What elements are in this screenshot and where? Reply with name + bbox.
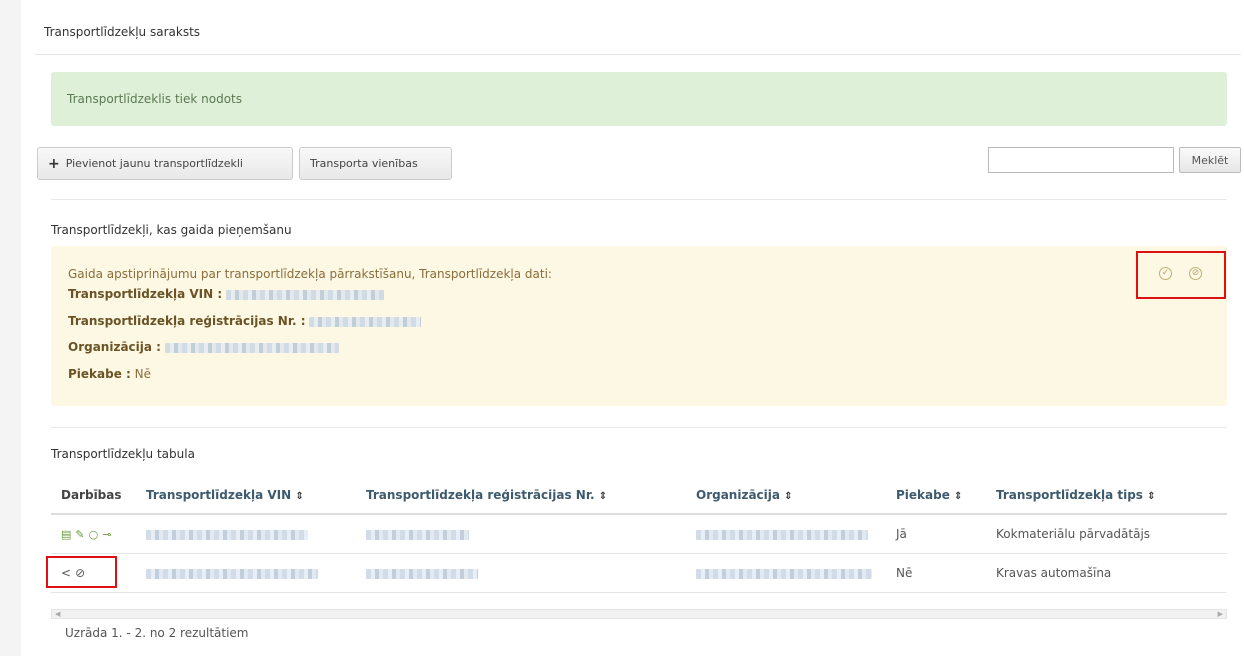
pending-vin-label: Transportlīdzekļa VIN : xyxy=(68,287,223,301)
redacted-org xyxy=(696,568,872,579)
vehicles-table: Darbības Transportlīdzekļa VIN ⇕ Transpo… xyxy=(51,476,1227,593)
sort-icon: ⇕ xyxy=(784,490,793,502)
pending-reg-row: Transportlīdzekļa reģistrācijas Nr. : xyxy=(68,314,422,328)
cell-reg xyxy=(356,553,686,593)
col-type[interactable]: Transportlīdzekļa tips ⇕ xyxy=(986,476,1227,515)
cell-type: Kokmateriālu pārvadātājs xyxy=(986,514,1227,554)
col-org[interactable]: Organizācija ⇕ xyxy=(686,476,886,515)
cell-org xyxy=(686,514,886,554)
page-title: Transportlīdzekļu saraksts xyxy=(44,25,201,39)
key-icon[interactable]: ⊸ xyxy=(102,528,111,541)
sort-icon: ⇕ xyxy=(954,490,963,502)
pending-message: Gaida apstiprinājumu par transportlīdzek… xyxy=(68,267,552,281)
pending-org-label: Organizācija : xyxy=(68,340,161,354)
success-alert-text: Transportlīdzeklis tiek nodots xyxy=(67,92,243,106)
redacted-reg xyxy=(309,316,422,327)
pending-trailer-label: Piekabe : xyxy=(68,367,131,381)
col-org-label: Organizācija xyxy=(696,487,780,502)
highlight-box xyxy=(46,556,117,588)
redacted-reg xyxy=(366,568,478,579)
pending-alert: Gaida apstiprinājumu par transportlīdzek… xyxy=(51,246,1227,406)
col-reg[interactable]: Transportlīdzekļa reģistrācijas Nr. ⇕ xyxy=(356,476,686,515)
cell-vin xyxy=(136,514,356,554)
pending-reg-label: Transportlīdzekļa reģistrācijas Nr. : xyxy=(68,314,306,328)
col-vin-label: Transportlīdzekļa VIN xyxy=(146,487,292,502)
scroll-right-icon[interactable]: ▶ xyxy=(1218,610,1223,618)
pending-section-title: Transportlīdzekļi, kas gaida pieņemšanu xyxy=(51,223,292,237)
redacted-vin xyxy=(225,289,384,300)
divider xyxy=(51,199,1227,200)
col-trailer-label: Piekabe xyxy=(896,487,950,502)
redacted-reg xyxy=(366,529,469,540)
scroll-left-icon[interactable]: ◀ xyxy=(55,610,60,618)
success-alert: Transportlīdzeklis tiek nodots xyxy=(51,72,1227,126)
redacted-org xyxy=(164,342,339,353)
col-reg-label: Transportlīdzekļa reģistrācijas Nr. xyxy=(366,487,595,502)
cell-trailer: Jā xyxy=(886,514,986,554)
cell-trailer: Nē xyxy=(886,553,986,593)
divider xyxy=(51,427,1227,428)
table-row: < ⊘ Nē Kravas automašīna xyxy=(51,553,1227,593)
pending-trailer-value: Nē xyxy=(134,367,152,381)
pending-org-row: Organizācija : xyxy=(68,340,339,354)
col-vin[interactable]: Transportlīdzekļa VIN ⇕ xyxy=(136,476,356,515)
redacted-vin xyxy=(146,529,308,540)
results-summary: Uzrāda 1. - 2. no 2 rezultātiem xyxy=(65,626,249,640)
transport-units-button[interactable]: Transporta vienības xyxy=(299,147,452,180)
col-trailer[interactable]: Piekabe ⇕ xyxy=(886,476,986,515)
list-icon[interactable]: ▤ xyxy=(61,528,71,541)
divider xyxy=(35,54,1241,55)
col-actions: Darbības xyxy=(51,476,136,515)
transport-units-label: Transporta vienības xyxy=(310,157,418,170)
cell-vin xyxy=(136,553,356,593)
search-button[interactable]: Meklēt xyxy=(1179,147,1241,173)
add-vehicle-button[interactable]: + Pievienot jaunu transportlīdzekli xyxy=(37,147,293,180)
cell-type: Kravas automašīna xyxy=(986,553,1227,593)
redacted-vin xyxy=(146,568,318,579)
cell-org xyxy=(686,553,886,593)
sort-icon: ⇕ xyxy=(598,490,608,502)
pending-vin-row: Transportlīdzekļa VIN : xyxy=(68,287,384,301)
plus-icon: + xyxy=(48,155,60,172)
cell-reg xyxy=(356,514,686,554)
redacted-org xyxy=(696,529,868,540)
sort-icon: ⇕ xyxy=(295,490,304,502)
sort-icon: ⇕ xyxy=(1147,490,1156,502)
table-header-row: Darbības Transportlīdzekļa VIN ⇕ Transpo… xyxy=(51,476,1227,515)
pending-trailer-row: Piekabe : Nē xyxy=(68,367,151,381)
horizontal-scrollbar[interactable]: ◀ ▶ xyxy=(51,609,1227,619)
search-input[interactable] xyxy=(988,147,1174,173)
row-actions: ▤ ✎ ○ ⊸ xyxy=(51,514,136,554)
circle-icon[interactable]: ○ xyxy=(89,528,99,541)
add-vehicle-label: Pievienot jaunu transportlīdzekli xyxy=(65,157,243,170)
highlight-box xyxy=(1136,251,1226,299)
col-type-label: Transportlīdzekļa tips xyxy=(996,487,1143,502)
table-row: ▤ ✎ ○ ⊸ Jā Kokmateriālu pārvadātājs xyxy=(51,514,1227,554)
edit-icon[interactable]: ✎ xyxy=(75,528,84,541)
table-title: Transportlīdzekļu tabula xyxy=(51,447,195,461)
